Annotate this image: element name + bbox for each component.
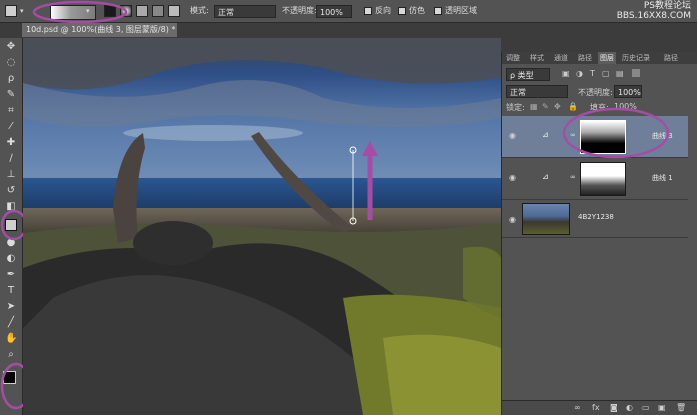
marquee-tool-icon[interactable]: ◌ [5,57,17,69]
document-tab[interactable]: 10d.psd @ 100%(曲线 3, 图层蒙版/8) * [22,23,177,37]
watermark: PS教程论坛 BBS.16XX8.COM [617,1,691,21]
pen-tool-icon[interactable]: ✒ [5,269,17,281]
new-group-icon[interactable]: ▭ [642,403,650,412]
filter-kind-dropdown[interactable]: ρ 类型 [506,68,550,81]
blend-row: 正常 不透明度: 100% [502,83,697,99]
filter-kind-value: ρ 类型 [510,71,534,80]
filter-shape-icon[interactable]: ▢ [602,69,610,78]
reflected-gradient-icon[interactable] [152,5,164,17]
type-tool-icon[interactable]: T [5,285,17,297]
opacity-field[interactable]: 100% [316,5,352,18]
path-select-tool-icon[interactable]: ➤ [5,301,17,313]
mask-link-icon[interactable]: ∞ [570,173,576,181]
tab-layers[interactable]: 图层 [598,52,616,64]
reverse-label: 反向 [375,6,391,15]
lock-pixels-icon[interactable]: ✎ [542,102,549,111]
layer-thumbnail[interactable] [522,203,570,235]
layer-style-icon[interactable]: fx [592,403,600,412]
dither-checkbox[interactable] [398,7,406,15]
tab-adjustments[interactable]: 调整 [504,52,522,64]
diamond-gradient-icon[interactable] [168,5,180,17]
add-mask-icon[interactable]: ◙ [610,403,618,412]
watermark-url: BBS.16XX8.COM [616,11,691,21]
document-canvas[interactable] [23,38,501,415]
crop-tool-icon[interactable]: ⌗ [5,105,17,117]
reverse-checkbox[interactable] [364,7,372,15]
layer-name[interactable]: 4B2Y1238 [578,213,614,221]
document-tab-title: 10d.psd @ 100%(曲线 3, 图层蒙版/8) * [26,25,176,34]
dodge-tool-icon[interactable]: ◐ [5,253,17,265]
mode-dropdown[interactable]: 正常 [214,5,276,18]
visibility-eye-icon[interactable]: ◉ [509,215,516,224]
layer-row-curves-1[interactable]: ◉ ⊿ ∞ 曲线 1 [502,158,688,200]
delete-layer-icon[interactable]: 🗑 [676,403,686,412]
filter-pixel-icon[interactable]: ▣ [562,69,570,78]
tab-history[interactable]: 历史记录 [620,52,652,64]
transparency-checkbox[interactable] [434,7,442,15]
tab-paths-2[interactable]: 路径 [662,52,680,64]
history-brush-icon[interactable]: ↺ [5,185,17,197]
curves-adjustment-icon: ⊿ [542,172,549,181]
eyedropper-tool-icon[interactable]: ⁄ [5,121,17,133]
mode-value: 正常 [218,8,234,17]
blend-mode-value: 正常 [510,88,526,97]
filter-adjust-icon[interactable]: ◑ [576,69,583,78]
opacity-value: 100% [320,8,343,17]
layer-row-background-photo[interactable]: ◉ 4B2Y1238 [502,200,688,238]
annotation-circle-layer-mask [562,107,670,159]
lock-transparent-icon[interactable]: ▦ [530,102,538,111]
layers-panel-footer: ∞ fx ◙ ◐ ▭ ▣ 🗑 [502,400,697,415]
lock-label: 锁定: [506,103,525,112]
blend-mode-dropdown[interactable]: 正常 [506,85,568,98]
curves-adjustment-icon: ⊿ [542,130,549,139]
annotation-circle-gradient [32,0,128,24]
visibility-eye-icon[interactable]: ◉ [509,131,516,140]
preset-dropdown-arrow-icon[interactable]: ▾ [20,4,24,18]
new-adjustment-icon[interactable]: ◐ [626,403,633,412]
stamp-tool-icon[interactable]: ⊥ [5,169,17,181]
move-tool-icon[interactable]: ✥ [5,41,17,53]
mode-label: 模式: [190,6,209,15]
tab-channels[interactable]: 通道 [552,52,570,64]
filter-smart-icon[interactable]: ▤ [616,69,624,78]
filter-row: ρ 类型 ▣ ◑ T ▢ ▤ [502,66,697,82]
link-layers-icon[interactable]: ∞ [574,403,581,412]
layer-opacity-field[interactable]: 100% [614,85,642,98]
quick-select-tool-icon[interactable]: ✎ [5,89,17,101]
line-tool-icon[interactable]: ╱ [5,317,17,329]
layer-opacity-label: 不透明度: [578,88,613,97]
watermark-title: PS教程论坛 [643,1,691,11]
lasso-tool-icon[interactable]: ρ [5,73,17,85]
layer-name[interactable]: 曲线 1 [652,173,673,183]
healing-tool-icon[interactable]: ✚ [5,137,17,149]
hand-tool-icon[interactable]: ✋ [5,333,17,345]
angle-gradient-icon[interactable] [136,5,148,17]
panel-tabs: 调整 样式 通道 路径 图层 历史记录 路径 [502,52,697,64]
brush-tool-icon[interactable]: ∕ [5,153,17,165]
filter-type-icon[interactable]: T [590,69,595,78]
opacity-label: 不透明度: [282,6,317,15]
tab-styles[interactable]: 样式 [528,52,546,64]
filter-toggle-icon[interactable] [632,69,640,77]
tab-paths[interactable]: 路径 [576,52,594,64]
layer-mask-thumbnail[interactable] [580,162,626,196]
gradient-tool-preset-icon[interactable] [5,5,17,17]
new-layer-icon[interactable]: ▣ [658,403,666,412]
dither-label: 仿色 [409,6,425,15]
landscape-photo [23,38,501,415]
transparency-label: 透明区域 [445,6,477,15]
visibility-eye-icon[interactable]: ◉ [509,173,516,182]
layer-opacity-value: 100% [618,88,641,97]
